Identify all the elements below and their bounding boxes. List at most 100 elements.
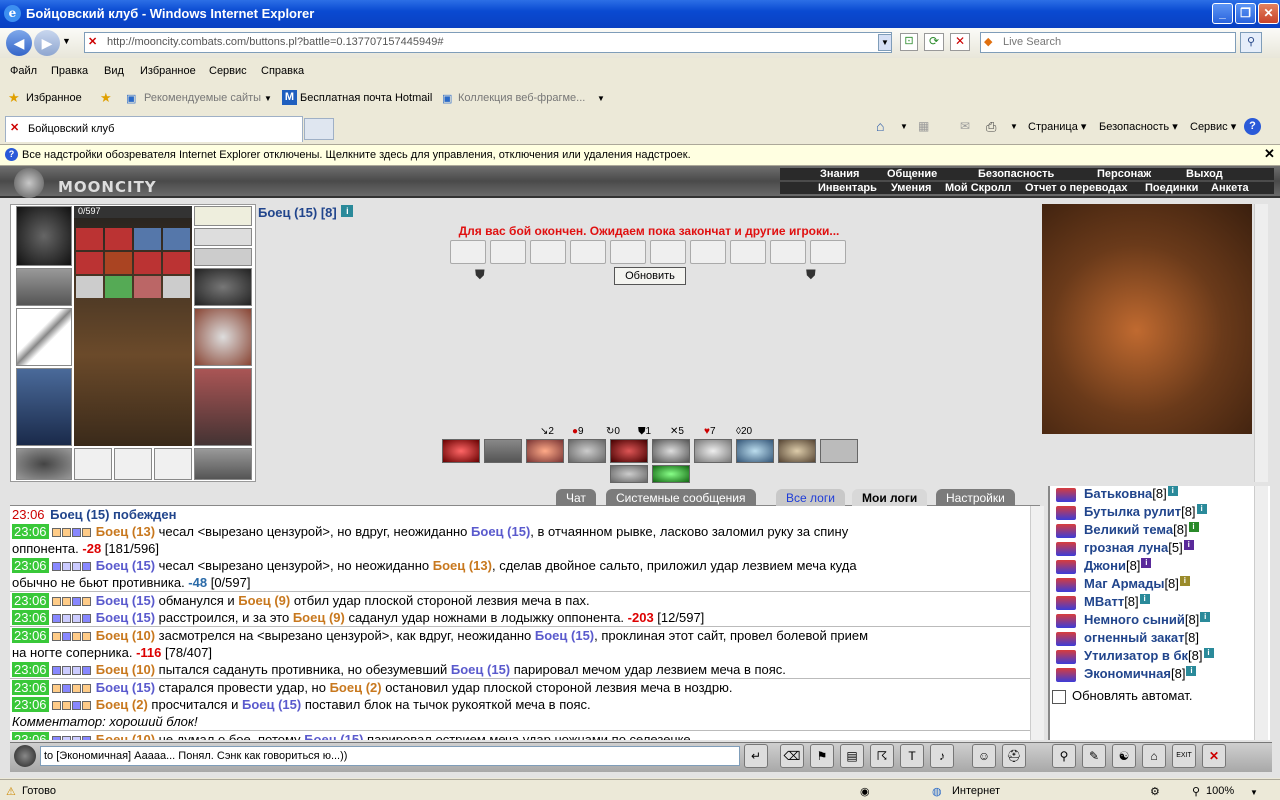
- item-slot[interactable]: [134, 276, 161, 298]
- menu-character[interactable]: Персонаж: [1097, 168, 1151, 180]
- scroll-slot[interactable]: [530, 240, 566, 264]
- fighter-name[interactable]: Боец (15) [8] i: [258, 205, 354, 220]
- item-slot[interactable]: [76, 228, 103, 250]
- item-slot[interactable]: [163, 276, 190, 298]
- user-row[interactable]: Маг Армады[8] i: [1056, 576, 1190, 594]
- log-attacker[interactable]: Боец (15): [96, 558, 155, 573]
- item-slot[interactable]: [105, 252, 132, 274]
- smiley-icon[interactable]: ☺: [972, 744, 996, 768]
- scroll-slot[interactable]: [650, 240, 686, 264]
- item-slot[interactable]: [134, 252, 161, 274]
- tab-all-logs[interactable]: Все логи: [776, 489, 845, 506]
- user-name[interactable]: Маг Армады: [1084, 576, 1164, 591]
- menu-favorites[interactable]: Избранное: [140, 65, 196, 77]
- skill-button[interactable]: [442, 439, 480, 463]
- new-tab-button[interactable]: [304, 118, 334, 140]
- log-defender[interactable]: Боец (15): [242, 697, 301, 712]
- user-name[interactable]: МВатт: [1084, 594, 1124, 609]
- menu-exit[interactable]: Выход: [1186, 168, 1223, 180]
- gloves-slot[interactable]: [194, 268, 252, 306]
- item-slot[interactable]: [163, 252, 190, 274]
- scroll-slot[interactable]: [610, 240, 646, 264]
- tab-chat[interactable]: Чат: [556, 489, 596, 506]
- inventory-icon[interactable]: ⚲: [1052, 744, 1076, 768]
- log-defender[interactable]: Боец (13): [433, 558, 492, 573]
- protected-mode-icon[interactable]: ⚙: [1150, 785, 1160, 798]
- user-name[interactable]: Утилизатор в бк: [1084, 648, 1188, 663]
- address-dropdown[interactable]: ▼: [878, 34, 892, 51]
- log-defender[interactable]: Боец (15): [535, 628, 594, 643]
- item-slot[interactable]: [105, 228, 132, 250]
- user-row[interactable]: огненный закат[8]: [1056, 630, 1199, 648]
- info-icon[interactable]: i: [1186, 666, 1197, 676]
- log-attacker[interactable]: Боец (13): [96, 524, 155, 539]
- info-icon[interactable]: i: [1203, 648, 1214, 658]
- menu-fights[interactable]: Поединки: [1145, 182, 1198, 194]
- mail-icon[interactable]: ✉: [960, 119, 970, 133]
- close-button[interactable]: ✕: [1258, 3, 1279, 24]
- user-row[interactable]: Батьковна[8] i: [1056, 486, 1178, 504]
- log-attacker[interactable]: Боец (10): [96, 662, 155, 677]
- user-row[interactable]: грозная луна[5] i: [1056, 540, 1194, 558]
- back-button[interactable]: ◀: [6, 30, 32, 56]
- page-menu[interactable]: Страница ▾: [1028, 120, 1086, 133]
- menu-file[interactable]: Файл: [10, 65, 37, 77]
- skill-button[interactable]: [484, 439, 522, 463]
- user-row[interactable]: Бутылка рулит[8] i: [1056, 504, 1207, 522]
- chevron-down-icon[interactable]: ▼: [597, 94, 605, 103]
- skill-button[interactable]: [610, 439, 648, 463]
- skill-button[interactable]: [526, 439, 564, 463]
- privacy-icon[interactable]: ◉: [860, 785, 870, 798]
- earrings-slot[interactable]: [194, 206, 252, 226]
- zoom-level[interactable]: 100%: [1206, 785, 1234, 797]
- user-row[interactable]: МВатт[8] i: [1056, 594, 1150, 612]
- legs-slot[interactable]: [194, 368, 252, 446]
- info-icon[interactable]: i: [1183, 540, 1194, 550]
- scroll-slot[interactable]: [810, 240, 846, 264]
- user-row[interactable]: Джони[8] i: [1056, 558, 1152, 576]
- exit-icon[interactable]: EXIT: [1172, 744, 1196, 768]
- auto-update-toggle[interactable]: Обновлять автомат.: [1052, 688, 1192, 704]
- favorites-button[interactable]: Избранное: [26, 92, 82, 104]
- user-row[interactable]: Немного сыний[8] i: [1056, 612, 1211, 630]
- user-name[interactable]: Джони: [1084, 558, 1126, 573]
- history-dropdown-icon[interactable]: ▼: [62, 36, 71, 46]
- menu-communication[interactable]: Общение: [887, 168, 937, 180]
- scroll-slot[interactable]: [570, 240, 606, 264]
- menu-knowledge[interactable]: Знания: [820, 168, 859, 180]
- scroll-slot[interactable]: [490, 240, 526, 264]
- chat-input[interactable]: to [Экономичная] Ааааа... Понял. Сэнк ка…: [40, 746, 740, 766]
- skill-button[interactable]: [736, 439, 774, 463]
- user-name[interactable]: грозная луна: [1084, 540, 1168, 555]
- log-defender[interactable]: Боец (9): [238, 593, 290, 608]
- log-attacker[interactable]: Боец (2): [96, 697, 148, 712]
- user-row[interactable]: Утилизатор в бк[8] i: [1056, 648, 1214, 666]
- search-input[interactable]: Live Search: [980, 32, 1236, 53]
- rings-slot[interactable]: [194, 248, 252, 266]
- info-icon[interactable]: i: [1196, 504, 1207, 514]
- hotmail-link[interactable]: Бесплатная почта Hotmail: [300, 92, 432, 104]
- search-icon[interactable]: ⚲: [1240, 32, 1262, 53]
- helmet-icon[interactable]: ⛑: [1002, 744, 1026, 768]
- item-slot[interactable]: [163, 228, 190, 250]
- log-defender[interactable]: Боец (9): [293, 610, 345, 625]
- sound-icon[interactable]: ♪: [930, 744, 954, 768]
- walk-icon[interactable]: ☈: [870, 744, 894, 768]
- security-menu[interactable]: Безопасность ▾: [1099, 120, 1178, 133]
- menu-help[interactable]: Справка: [261, 65, 304, 77]
- menu-transfers[interactable]: Отчет о переводах: [1025, 182, 1128, 194]
- tools-menu[interactable]: Сервис ▾: [1190, 120, 1236, 133]
- skill-button[interactable]: [694, 439, 732, 463]
- info-icon[interactable]: i: [1200, 612, 1211, 622]
- users-scrollbar[interactable]: [1254, 486, 1268, 740]
- skill-button[interactable]: [568, 439, 606, 463]
- user-row[interactable]: Экономичная[8] i: [1056, 666, 1197, 684]
- stop-icon[interactable]: ✕: [950, 33, 970, 51]
- empty-slot[interactable]: [114, 448, 152, 480]
- refresh-button[interactable]: Обновить: [614, 267, 686, 285]
- skill-button[interactable]: [652, 439, 690, 463]
- info-icon[interactable]: i: [341, 205, 354, 217]
- helmet-slot[interactable]: [16, 206, 72, 266]
- scroll-slot[interactable]: [730, 240, 766, 264]
- empty-slot[interactable]: [74, 448, 112, 480]
